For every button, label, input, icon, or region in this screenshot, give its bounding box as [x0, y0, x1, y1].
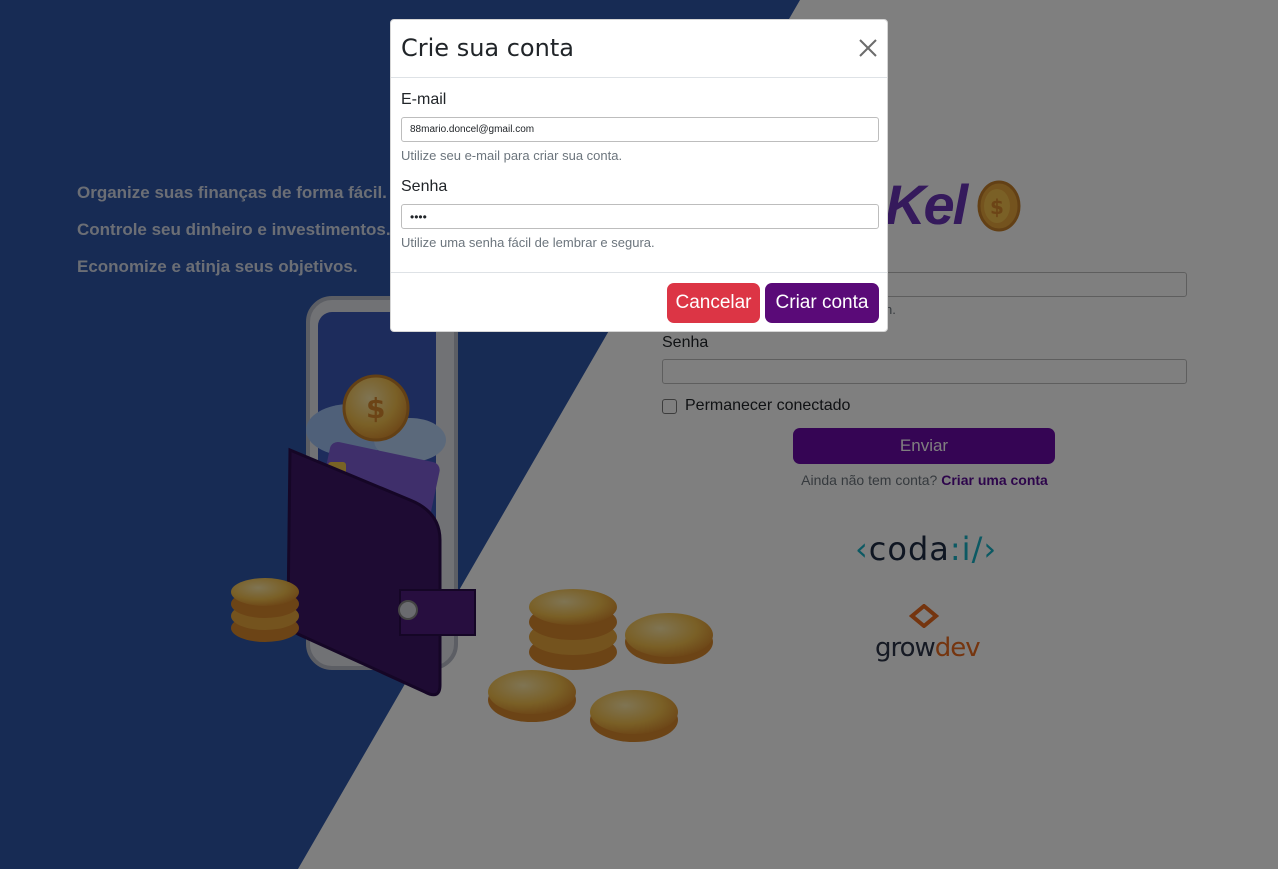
email-hint: Utilize seu e-mail para criar sua conta.: [401, 148, 623, 163]
password-field[interactable]: [401, 204, 879, 229]
cancel-button[interactable]: Cancelar: [667, 283, 760, 323]
email-label: E-mail: [401, 91, 447, 108]
modal-footer: Cancelar Criar conta: [391, 272, 887, 333]
create-account-modal: Crie sua conta E-mail Utilize seu e-mail…: [390, 19, 888, 332]
close-icon[interactable]: [857, 37, 879, 59]
modal-body: E-mail Utilize seu e-mail para criar sua…: [391, 78, 887, 272]
modal-header: Crie sua conta: [391, 20, 887, 78]
password-label: Senha: [401, 178, 448, 195]
password-hint: Utilize uma senha fácil de lembrar e seg…: [401, 235, 655, 250]
modal-title: Crie sua conta: [401, 34, 574, 62]
email-field[interactable]: [401, 117, 879, 142]
create-account-button[interactable]: Criar conta: [765, 283, 879, 323]
